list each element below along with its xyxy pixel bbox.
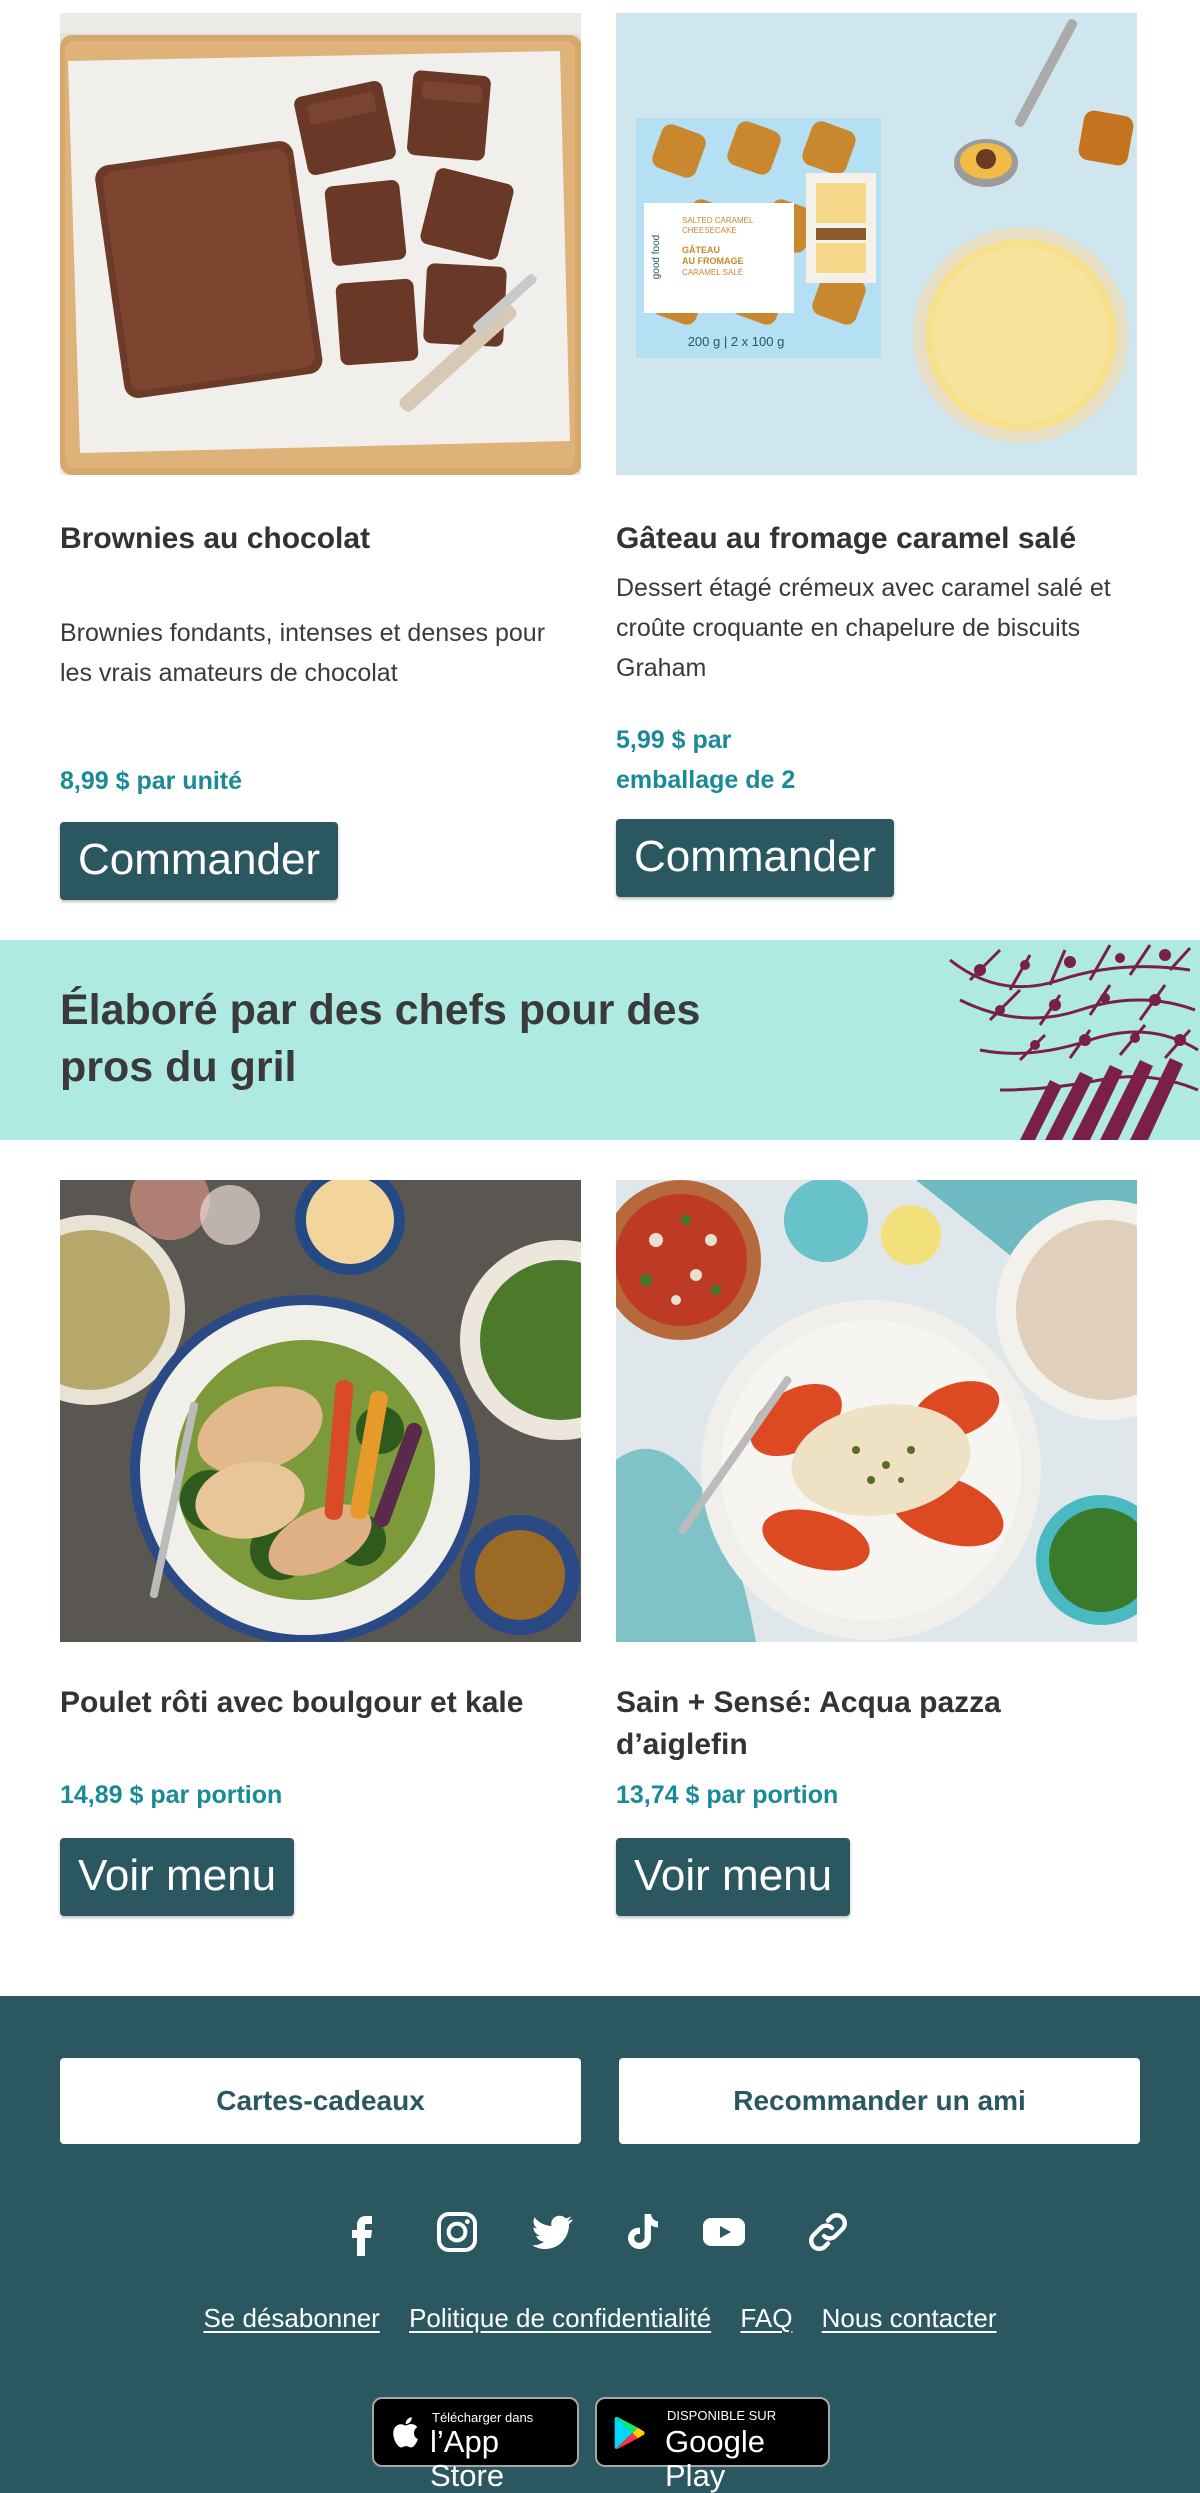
- meal-title[interactable]: Poulet rôti avec boulgour et kale: [60, 1682, 581, 1724]
- footer-links: Se désabonner Politique de confidentiali…: [0, 2303, 1200, 2334]
- product-price-line1: 5,99 $ par: [616, 726, 732, 754]
- meal-title-line2: d’aiglefin: [616, 1728, 748, 1761]
- twitter-icon[interactable]: [526, 2204, 578, 2260]
- package-brand: good food: [651, 235, 662, 280]
- banner-heading: Élaboré par des chefs pour des pros du g…: [60, 982, 820, 1096]
- app-store-big: l’App Store: [430, 2424, 505, 2493]
- package-fr-line1: GÂTEAU: [682, 244, 720, 255]
- banner-heading-line1: Élaboré par des chefs pour des: [60, 986, 701, 1034]
- product-description: Dessert étagé crémeux avec caramel salé …: [616, 574, 1111, 682]
- meal-price: 14,89 $ par portion: [60, 1781, 283, 1809]
- meal-card-chicken: Poulet rôti avec boulgour et kale 14,89 …: [60, 1180, 581, 1920]
- product-title[interactable]: Gâteau au fromage caramel salé: [616, 518, 1137, 560]
- unsubscribe-link[interactable]: Se désabonner: [203, 2303, 379, 2334]
- product-card-cheesecake: good food SALTED CARAMEL CHEESECAKE GÂTE…: [616, 13, 1137, 903]
- product-card-brownies: Brownies au chocolat Brownies fondants, …: [60, 13, 581, 903]
- privacy-policy-link[interactable]: Politique de confidentialité: [409, 2303, 711, 2334]
- tiktok-icon[interactable]: [616, 2204, 668, 2260]
- herb-illustration: [949, 944, 1199, 1140]
- brownies-photo: [60, 13, 581, 475]
- youtube-icon[interactable]: [698, 2204, 750, 2260]
- package-weight: 200 g | 2 x 100 g: [688, 334, 785, 349]
- brownies-image[interactable]: [60, 13, 581, 475]
- product-title[interactable]: Brownies au chocolat: [60, 518, 581, 560]
- app-store-small: Télécharger dans: [432, 2410, 534, 2425]
- gift-cards-button[interactable]: Cartes-cadeaux: [60, 2058, 581, 2144]
- meal-title[interactable]: Sain + Sensé: Acqua pazza d’aiglefin: [616, 1682, 1137, 1766]
- chicken-meal-image[interactable]: [60, 1180, 581, 1642]
- product-description: Brownies fondants, intenses et denses po…: [60, 619, 546, 687]
- haddock-meal-photo: [616, 1180, 1137, 1642]
- google-play-small: DISPONIBLE SUR: [667, 2408, 777, 2423]
- apple-icon: [393, 2417, 418, 2448]
- google-play-icon: [614, 2416, 645, 2450]
- package-en-line1: SALTED CARAMEL: [682, 216, 754, 225]
- social-links: [0, 2204, 1200, 2264]
- app-store-badge[interactable]: Télécharger dans l’App Store: [372, 2397, 579, 2493]
- meal-card-haddock: Sain + Sensé: Acqua pazza d’aiglefin 13,…: [616, 1180, 1137, 1920]
- refer-friend-button[interactable]: Recommander un ami: [619, 2058, 1140, 2144]
- facebook-icon[interactable]: [336, 2204, 388, 2260]
- product-price-line2: emballage de 2: [616, 766, 796, 794]
- contact-link[interactable]: Nous contacter: [822, 2303, 997, 2334]
- chicken-meal-photo: [60, 1180, 581, 1642]
- google-play-badge[interactable]: DISPONIBLE SUR Google Play: [595, 2397, 830, 2493]
- google-play-big: Google Play: [665, 2424, 765, 2493]
- link-icon[interactable]: [802, 2204, 854, 2260]
- faq-link[interactable]: FAQ: [740, 2303, 792, 2334]
- view-menu-button[interactable]: Voir menu: [616, 1838, 851, 1916]
- cheesecake-image[interactable]: good food SALTED CARAMEL CHEESECAKE GÂTE…: [616, 13, 1137, 475]
- product-price: 8,99 $ par unité: [60, 767, 243, 795]
- package-fr-line3: CARAMEL SALÉ: [682, 268, 743, 277]
- instagram-icon[interactable]: [431, 2204, 483, 2260]
- promo-banner: Élaboré par des chefs pour des pros du g…: [0, 940, 1200, 1140]
- meal-title-line1: Sain + Sensé: Acqua pazza: [616, 1686, 1001, 1719]
- view-menu-button[interactable]: Voir menu: [60, 1838, 295, 1916]
- footer: Cartes-cadeaux Recommander un ami Se dés…: [0, 1996, 1200, 2493]
- order-button[interactable]: Commander: [616, 819, 895, 897]
- order-button[interactable]: Commander: [60, 822, 339, 900]
- meal-price: 13,74 $ par portion: [616, 1781, 839, 1809]
- package-en-line2: CHEESECAKE: [682, 226, 737, 235]
- banner-heading-line2: pros du gril: [60, 1043, 297, 1091]
- haddock-meal-image[interactable]: [616, 1180, 1137, 1642]
- cheesecake-photo: good food SALTED CARAMEL CHEESECAKE GÂTE…: [616, 13, 1137, 475]
- package-fr-line2: AU FROMAGE: [682, 256, 744, 266]
